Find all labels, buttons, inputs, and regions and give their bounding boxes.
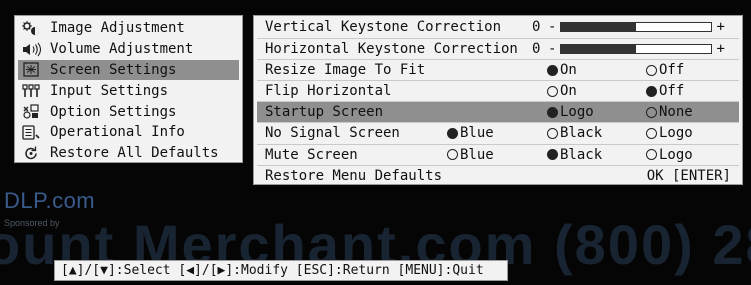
menu-item-image-adjustment[interactable]: Image Adjustment	[18, 18, 239, 39]
option-off[interactable]: Off	[646, 62, 684, 78]
key-help-bar: [▲]/[▼]:Select [◀]/[▶]:Modify [ESC]:Retu…	[54, 260, 508, 281]
option-label: Logo	[659, 146, 693, 163]
setting-row-no-signal-screen[interactable]: No Signal Screen Blue Black Logo	[257, 122, 739, 143]
menu-item-label: Option Settings	[50, 103, 177, 120]
option-black[interactable]: Black	[547, 147, 602, 163]
radio-icon	[646, 127, 657, 139]
setting-label: Resize Image To Fit	[265, 62, 426, 79]
radio-icon	[646, 85, 657, 97]
setting-row-resize-image[interactable]: Resize Image To Fit On Off	[257, 59, 739, 80]
slider-minus-sign: -	[548, 19, 557, 35]
key-help-text: [▲]/[▼]:Select [◀]/[▶]:Modify [ESC]:Retu…	[61, 263, 484, 278]
setting-row-restore-menu-defaults[interactable]: Restore Menu Defaults OK [ENTER]	[257, 164, 739, 186]
option-label: Logo	[659, 125, 693, 142]
option-label: Off	[659, 62, 685, 79]
radio-icon	[447, 149, 458, 161]
horizontal-keystone-slider[interactable]: 0 - +	[532, 41, 725, 57]
radio-icon	[547, 127, 558, 139]
slider-plus-sign: +	[716, 19, 725, 35]
restore-defaults-icon	[20, 145, 42, 161]
image-adjustment-icon	[20, 20, 42, 36]
option-label: On	[560, 62, 577, 79]
option-label: Logo	[560, 104, 594, 121]
setting-label: Horizontal Keystone Correction	[265, 41, 518, 58]
option-label: None	[659, 104, 693, 121]
setting-row-flip-horizontal[interactable]: Flip Horizontal On Off	[257, 80, 739, 101]
radio-icon	[547, 85, 558, 97]
option-blue[interactable]: Blue	[447, 125, 494, 141]
option-label: Black	[560, 146, 603, 163]
ok-enter-button[interactable]: OK [ENTER]	[647, 168, 731, 184]
option-blue[interactable]: Blue	[447, 147, 494, 163]
option-settings-icon	[20, 104, 42, 120]
setting-row-horizontal-keystone[interactable]: Horizontal Keystone Correction 0 - +	[257, 38, 739, 59]
vertical-keystone-slider[interactable]: 0 - +	[532, 19, 725, 35]
option-black[interactable]: Black	[547, 125, 602, 141]
main-menu: Image Adjustment Volume Adjustment Scree…	[14, 15, 243, 163]
slider-fill	[561, 45, 637, 54]
radio-icon	[547, 64, 558, 76]
option-logo[interactable]: Logo	[646, 147, 693, 163]
setting-label: Vertical Keystone Correction	[265, 19, 502, 35]
menu-item-label: Volume Adjustment	[50, 41, 194, 58]
slider-fill	[561, 23, 637, 31]
option-off[interactable]: Off	[646, 83, 684, 99]
volume-icon	[20, 41, 42, 57]
radio-icon	[547, 149, 558, 161]
slider-value: 0	[532, 41, 541, 58]
menu-item-option-settings[interactable]: Option Settings	[18, 101, 239, 122]
option-label: Black	[560, 125, 603, 142]
setting-label: Mute Screen	[265, 146, 358, 163]
slider-minus-sign: -	[548, 41, 557, 58]
menu-item-label: Input Settings	[50, 82, 169, 99]
slider-track[interactable]	[560, 44, 713, 55]
option-on[interactable]: On	[547, 62, 577, 78]
menu-item-label: Screen Settings	[50, 61, 177, 78]
radio-icon	[646, 106, 657, 118]
setting-label: Startup Screen	[265, 104, 384, 121]
operational-info-icon	[20, 124, 42, 140]
menu-item-label: Operational Info	[50, 124, 185, 141]
slider-plus-sign: +	[716, 41, 725, 58]
slider-track[interactable]	[560, 22, 713, 32]
option-none[interactable]: None	[646, 104, 693, 120]
option-logo[interactable]: Logo	[646, 125, 693, 141]
setting-label: Restore Menu Defaults	[265, 167, 443, 184]
screen-settings-icon	[20, 62, 42, 78]
watermark-site: DLP.com	[4, 188, 96, 213]
menu-item-label: Image Adjustment	[50, 20, 185, 37]
setting-row-vertical-keystone[interactable]: Vertical Keystone Correction 0 - +	[257, 17, 739, 38]
menu-item-input-settings[interactable]: Input Settings	[18, 80, 239, 101]
option-label: Blue	[460, 125, 494, 142]
projector-osd-screen: Image Adjustment Volume Adjustment Scree…	[0, 0, 751, 285]
radio-icon	[646, 64, 657, 76]
setting-label: No Signal Screen	[265, 125, 400, 142]
menu-item-restore-all-defaults[interactable]: Restore All Defaults	[18, 143, 239, 164]
menu-item-volume-adjustment[interactable]: Volume Adjustment	[18, 39, 239, 60]
option-logo[interactable]: Logo	[547, 104, 594, 120]
option-label: Blue	[460, 146, 494, 163]
option-on[interactable]: On	[547, 83, 577, 99]
option-label: Off	[659, 83, 685, 100]
menu-item-operational-info[interactable]: Operational Info	[18, 122, 239, 143]
input-settings-icon	[20, 83, 42, 99]
setting-label: Flip Horizontal	[265, 83, 392, 100]
radio-icon	[547, 106, 558, 118]
radio-icon	[646, 149, 657, 161]
menu-item-screen-settings[interactable]: Screen Settings	[18, 59, 239, 81]
setting-row-mute-screen[interactable]: Mute Screen Blue Black Logo	[257, 143, 739, 165]
setting-row-startup-screen[interactable]: Startup Screen Logo None	[257, 101, 739, 123]
screen-settings-panel: Vertical Keystone Correction 0 - + Horiz…	[253, 15, 743, 185]
slider-value: 0	[532, 19, 541, 35]
menu-item-label: Restore All Defaults	[50, 145, 219, 162]
radio-icon	[447, 127, 458, 139]
option-label: On	[560, 83, 577, 100]
